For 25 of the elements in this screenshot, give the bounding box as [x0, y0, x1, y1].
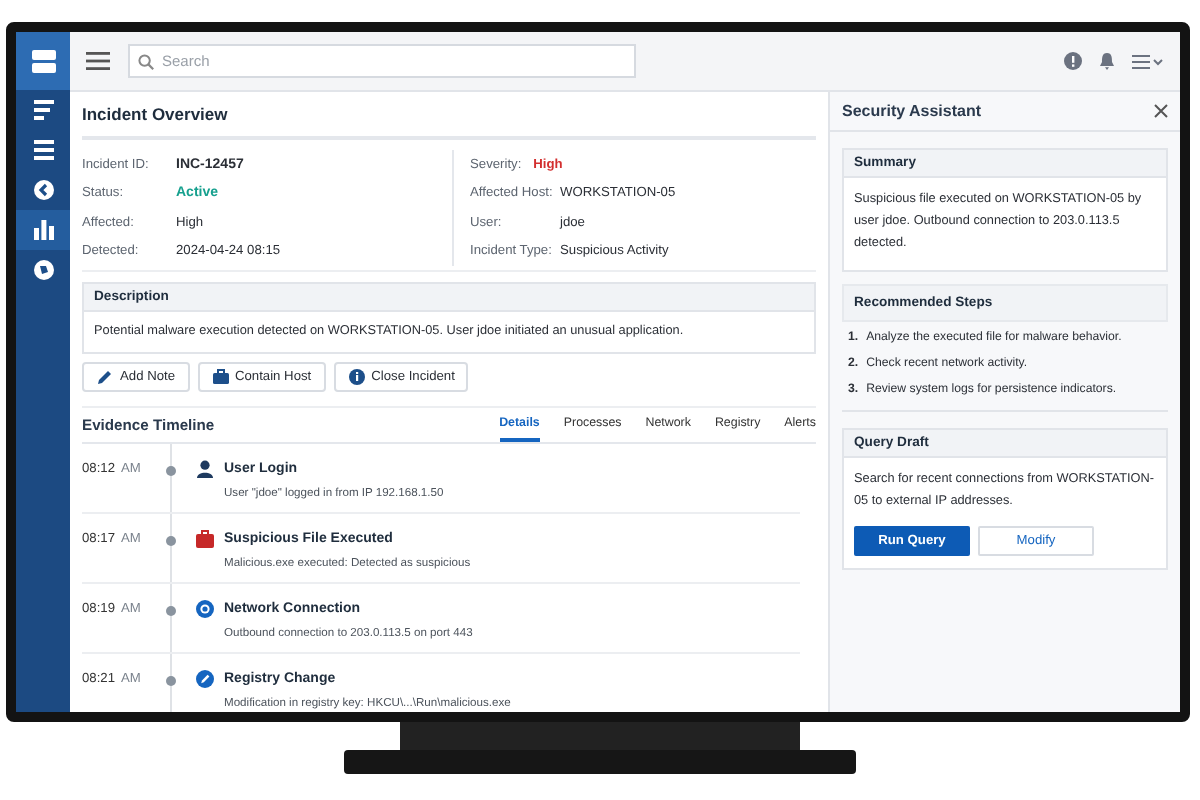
lines-icon [33, 100, 53, 120]
bar-chart-icon [33, 220, 53, 240]
list-icon [33, 140, 53, 160]
bell-icon[interactable] [1098, 52, 1116, 70]
arrow-circle-icon [33, 180, 53, 200]
sidebar-item[interactable] [16, 210, 70, 250]
close-icon[interactable] [1154, 104, 1168, 118]
info-icon [347, 368, 366, 386]
section-title: Incident Overview [82, 92, 816, 140]
timeline-dot [166, 606, 176, 616]
layout-icon [31, 49, 55, 73]
user-icon [196, 460, 214, 478]
briefcase-icon [196, 530, 214, 548]
menu-dropdown-icon[interactable] [1132, 53, 1164, 69]
logo-tile[interactable] [16, 32, 70, 90]
panel-title: Security Assistant [842, 102, 982, 120]
briefcase-icon [211, 368, 229, 386]
pencil-icon [96, 368, 114, 386]
timeline-dot [166, 466, 176, 476]
pencil-circle-icon [196, 670, 214, 688]
target-icon [196, 600, 214, 618]
menu-icon[interactable] [86, 52, 110, 70]
search-icon [138, 53, 154, 69]
timeline-dot [166, 536, 176, 546]
timeline-dot [166, 676, 176, 686]
